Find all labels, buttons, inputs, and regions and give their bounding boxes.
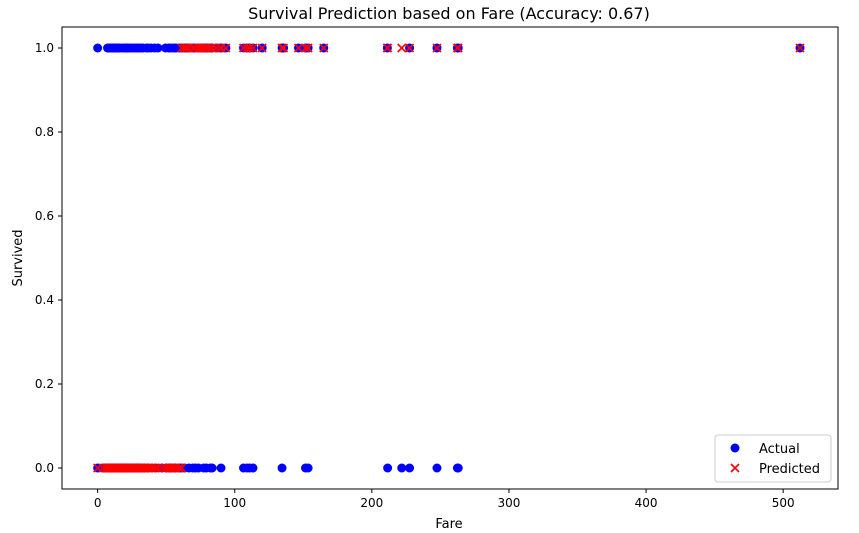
y-tick-label: 0.2 bbox=[35, 377, 54, 391]
actual-point bbox=[453, 463, 463, 473]
y-tick-label: 0.0 bbox=[35, 461, 54, 475]
y-tick-label: 1.0 bbox=[35, 41, 54, 55]
y-axis-label: Survived bbox=[11, 229, 26, 286]
x-tick-label: 400 bbox=[635, 496, 658, 510]
actual-point bbox=[216, 463, 226, 473]
actual-point bbox=[432, 463, 442, 473]
legend-label-predicted: Predicted bbox=[759, 462, 820, 477]
x-tick-label: 0 bbox=[94, 496, 102, 510]
scatter-chart: Survival Prediction based on Fare (Accur… bbox=[0, 0, 859, 533]
legend: Actual Predicted bbox=[714, 434, 832, 483]
y-tick-label: 0.4 bbox=[35, 293, 54, 307]
chart-title: Survival Prediction based on Fare (Accur… bbox=[248, 4, 650, 23]
y-tick-label: 0.6 bbox=[35, 209, 54, 223]
legend-marker-actual bbox=[730, 443, 740, 453]
actual-point bbox=[303, 463, 313, 473]
x-tick-label: 100 bbox=[223, 496, 246, 510]
x-tick-label: 300 bbox=[498, 496, 521, 510]
actual-point bbox=[93, 43, 103, 53]
x-tick-label: 200 bbox=[360, 496, 383, 510]
x-axis-label: Fare bbox=[435, 517, 462, 532]
actual-point bbox=[248, 463, 258, 473]
y-tick-label: 0.8 bbox=[35, 125, 54, 139]
x-tick-label: 500 bbox=[772, 496, 795, 510]
actual-point bbox=[405, 463, 415, 473]
actual-point bbox=[397, 463, 407, 473]
actual-point bbox=[383, 463, 393, 473]
legend-label-actual: Actual bbox=[759, 442, 800, 457]
actual-point bbox=[277, 463, 287, 473]
actual-point bbox=[207, 463, 217, 473]
